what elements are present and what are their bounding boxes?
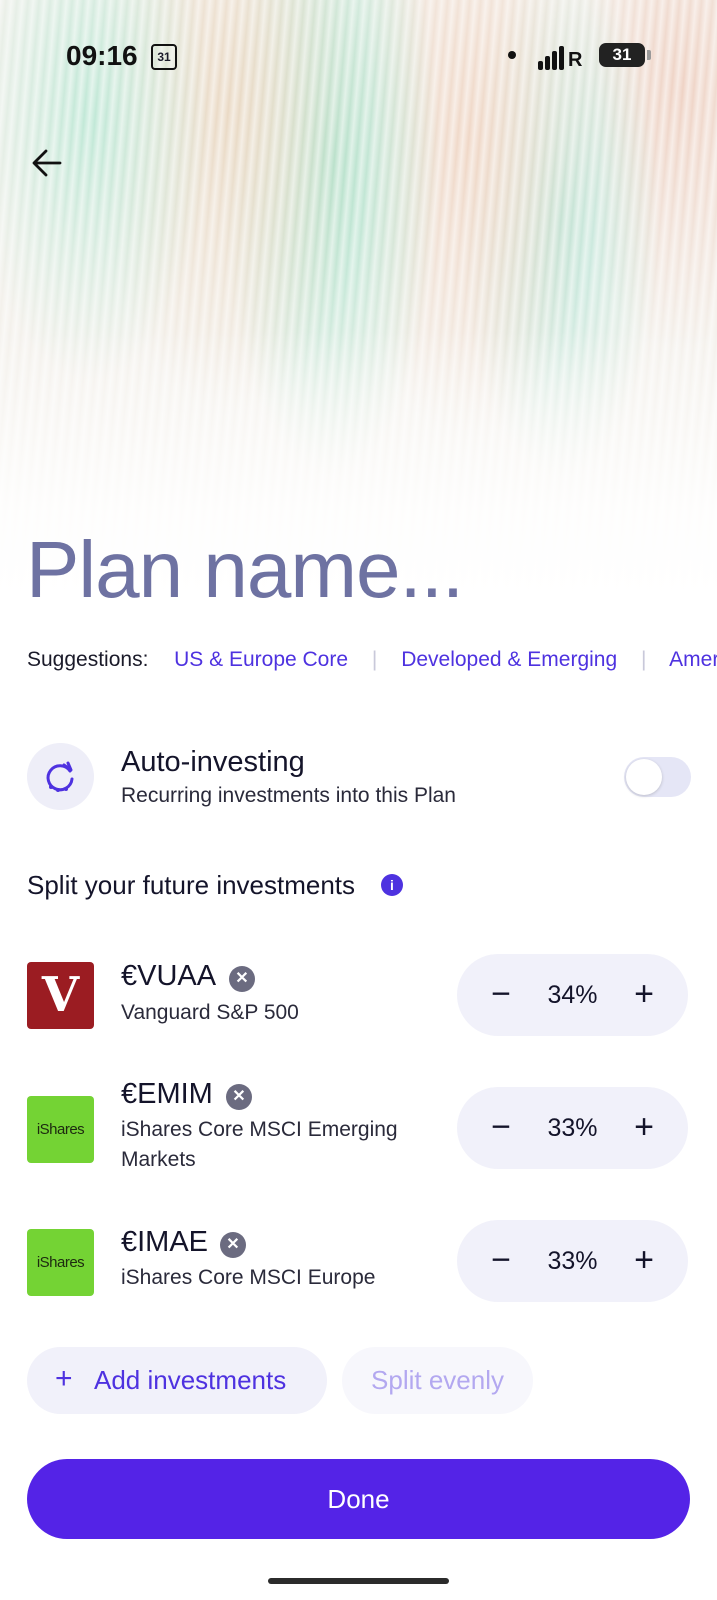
ishares-logo: iShares <box>27 1096 94 1163</box>
remove-investment-button[interactable]: ✕ <box>220 1232 246 1258</box>
investment-name: iShares Core MSCI Emerging Markets <box>121 1118 398 1171</box>
home-indicator[interactable] <box>268 1578 449 1584</box>
split-evenly-button[interactable]: Split evenly <box>342 1347 533 1414</box>
back-button[interactable] <box>30 145 66 181</box>
battery-cap <box>647 50 651 60</box>
investment-name: iShares Core MSCI Europe <box>121 1266 376 1289</box>
ishares-logo: iShares <box>27 1229 94 1296</box>
suggestions-label: Suggestions: <box>27 648 149 671</box>
calendar-icon: 31 <box>151 44 177 70</box>
battery-icon: 31 <box>599 43 645 67</box>
auto-invest-icon-container <box>27 743 94 810</box>
vanguard-logo: V <box>27 962 94 1029</box>
add-investments-label: Add investments <box>94 1365 287 1395</box>
increase-button[interactable]: + <box>622 973 666 1017</box>
status-bar: 09:16 31 R 31 <box>0 38 717 78</box>
remove-investment-button[interactable]: ✕ <box>226 1084 252 1110</box>
divider: | <box>371 648 378 671</box>
allocation-percent[interactable]: 33% <box>527 1087 618 1169</box>
status-time: 09:16 <box>66 40 138 71</box>
signal-icon: R <box>538 44 582 71</box>
auto-investing-subtitle: Recurring investments into this Plan <box>121 784 456 807</box>
allocation-percent[interactable]: 34% <box>527 954 618 1036</box>
investment-ticker: €VUAA <box>121 960 217 992</box>
done-button[interactable]: Done <box>27 1459 690 1539</box>
auto-investing-toggle[interactable] <box>624 757 691 797</box>
arrow-left-icon <box>32 149 62 177</box>
allocation-stepper: − 33% + <box>457 1087 688 1169</box>
plan-name-input[interactable]: Plan name... <box>26 524 464 616</box>
network-label: R <box>568 49 583 71</box>
toggle-knob <box>626 759 662 795</box>
suggestion-chip[interactable]: US & Europe Core <box>174 648 348 671</box>
divider: | <box>641 648 647 671</box>
allocation-percent[interactable]: 33% <box>527 1220 618 1302</box>
remove-investment-button[interactable]: ✕ <box>229 966 255 992</box>
suggestion-chip[interactable]: Amer <box>669 648 717 671</box>
decrease-button[interactable]: − <box>479 1106 523 1150</box>
investment-row: iShares €IMAE ✕ iShares Core MSCI Europe… <box>0 1220 717 1302</box>
plus-icon: + <box>55 1362 73 1395</box>
investment-row: iShares €EMIM ✕ iShares Core MSCI Emergi… <box>0 1078 717 1197</box>
investment-ticker: €IMAE <box>121 1226 209 1258</box>
investment-ticker: €EMIM <box>121 1078 213 1110</box>
investment-name: Vanguard S&P 500 <box>121 1001 299 1024</box>
decrease-button[interactable]: − <box>479 973 523 1017</box>
allocation-stepper: − 33% + <box>457 1220 688 1302</box>
split-title: Split your future investments <box>27 870 356 900</box>
header-background <box>0 0 717 600</box>
add-investments-button[interactable]: + Add investments <box>27 1347 327 1414</box>
auto-investing-title: Auto-investing <box>121 746 305 778</box>
allocation-stepper: − 34% + <box>457 954 688 1036</box>
suggestions-row: Suggestions: US & Europe Core | Develope… <box>0 640 717 680</box>
suggestion-chip[interactable]: Developed & Emerging <box>401 648 617 671</box>
increase-button[interactable]: + <box>622 1239 666 1283</box>
recurring-icon <box>46 761 74 792</box>
info-icon[interactable]: i <box>381 874 403 896</box>
investment-row: V €VUAA ✕ Vanguard S&P 500 − 34% + <box>0 954 717 1036</box>
notification-dot-icon <box>508 51 516 59</box>
increase-button[interactable]: + <box>622 1106 666 1150</box>
decrease-button[interactable]: − <box>479 1239 523 1283</box>
